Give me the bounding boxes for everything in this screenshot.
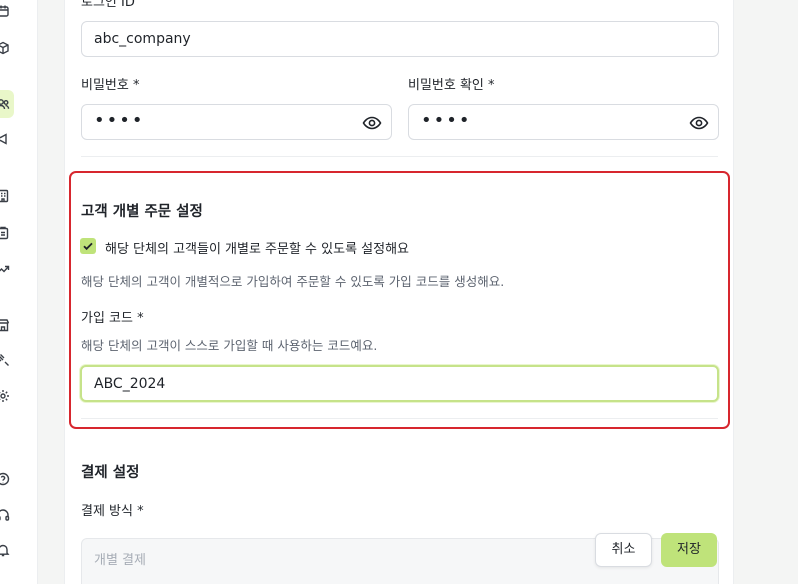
sidebar-rail: [0, 0, 38, 584]
content-gutter: [38, 0, 64, 584]
building-icon[interactable]: [0, 189, 10, 203]
password-value: ••••: [94, 110, 145, 131]
password-label: 비밀번호 *: [81, 78, 140, 93]
headset-icon[interactable]: [0, 508, 10, 522]
trending-icon[interactable]: [0, 262, 10, 276]
cancel-button[interactable]: 취소: [595, 533, 652, 567]
save-button[interactable]: 저장: [661, 533, 717, 567]
megaphone-icon[interactable]: [0, 132, 10, 146]
login-id-value: abc_company: [94, 31, 191, 47]
payment-method-value: 개별 결제: [94, 553, 146, 568]
bell-icon[interactable]: [0, 543, 10, 557]
login-id-input[interactable]: abc_company: [81, 21, 719, 57]
password-confirm-label: 비밀번호 확인 *: [408, 78, 495, 93]
eye-icon[interactable]: [362, 113, 382, 133]
password-confirm-input[interactable]: ••••: [408, 104, 719, 140]
help-icon[interactable]: [0, 472, 10, 486]
password-input[interactable]: ••••: [81, 104, 392, 140]
clipboard-icon[interactable]: [0, 226, 10, 240]
login-id-label: 로그인 ID: [81, 0, 135, 10]
payment-title: 결제 설정: [81, 465, 140, 481]
password-confirm-value: ••••: [421, 110, 472, 131]
payment-method-label: 결제 방식 *: [81, 504, 144, 519]
store-icon[interactable]: [0, 318, 10, 332]
eye-icon[interactable]: [689, 113, 709, 133]
users-icon[interactable]: [0, 97, 10, 111]
tools-icon[interactable]: [0, 353, 10, 367]
gear-icon[interactable]: [0, 389, 10, 403]
highlight-box: [69, 171, 730, 429]
package-icon[interactable]: [0, 41, 10, 55]
calendar-icon[interactable]: [0, 4, 10, 18]
section-divider: [81, 156, 718, 157]
